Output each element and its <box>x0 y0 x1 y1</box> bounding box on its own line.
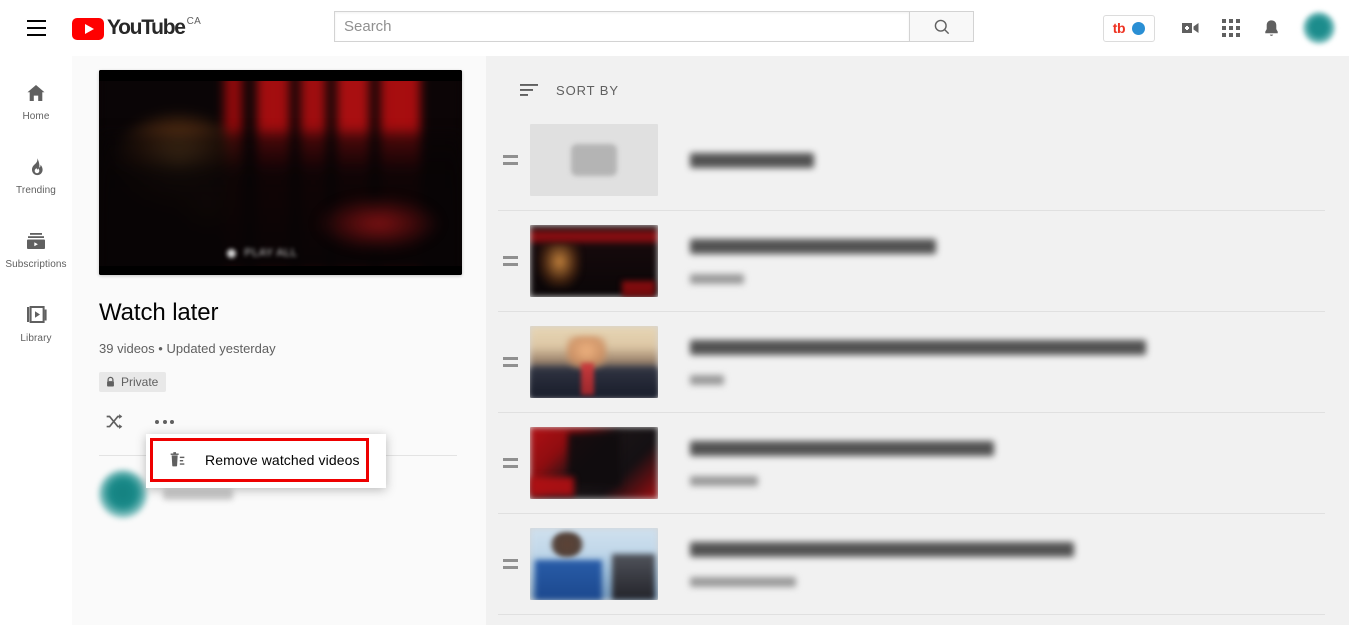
status-badge: Private <box>99 372 167 392</box>
hamburger-bar <box>26 27 46 29</box>
youtube-logo[interactable]: YouTube CA <box>72 16 201 40</box>
video-thumbnail[interactable] <box>530 528 658 600</box>
search-bar <box>334 11 974 42</box>
sort-by-button[interactable]: SORT BY <box>520 82 619 98</box>
table-row[interactable] <box>498 514 1325 615</box>
sidebar-item-label: Subscriptions <box>5 258 67 270</box>
sidebar-item-label: Trending <box>16 184 56 196</box>
video-title <box>690 541 1074 557</box>
sidebar-item-subscriptions[interactable]: Subscriptions <box>0 212 72 286</box>
owner-name <box>163 488 233 500</box>
more-options-icon[interactable] <box>153 412 176 432</box>
video-info <box>690 152 1325 168</box>
video-thumbnail[interactable] <box>530 225 658 297</box>
drag-handle-icon[interactable] <box>498 256 522 266</box>
playlist-updated: Updated yesterday <box>166 341 276 356</box>
video-channel <box>690 576 796 587</box>
meta-separator: • <box>158 341 163 356</box>
country-code-label: CA <box>186 16 202 27</box>
play-all-overlay: PLAY ALL <box>227 247 297 259</box>
video-channel <box>690 374 724 385</box>
video-info <box>690 440 1325 486</box>
drag-handle-icon[interactable] <box>498 357 522 367</box>
video-camera-plus-icon[interactable] <box>1171 8 1211 48</box>
avatar <box>99 470 147 518</box>
bell-glyph <box>1264 19 1278 36</box>
shuffle-icon[interactable] <box>103 411 125 433</box>
table-row[interactable] <box>498 615 1325 625</box>
tubebuddy-icon[interactable]: tb <box>1102 14 1155 42</box>
video-channel <box>690 273 744 284</box>
video-info <box>690 541 1325 587</box>
playlist-meta: 39 videos • Updated yesterday <box>99 340 462 358</box>
play-all-label: PLAY ALL <box>244 247 298 259</box>
hamburger-bar <box>26 34 46 36</box>
video-thumbnail[interactable] <box>530 124 658 196</box>
notification-bell-icon[interactable] <box>1251 8 1291 48</box>
playlist-options-menu: Remove watched videos <box>146 434 386 488</box>
shuffle-glyph <box>106 414 123 429</box>
tubebuddy-label: tb <box>1112 20 1126 36</box>
sidebar-item-trending[interactable]: Trending <box>0 138 72 212</box>
sidebar-item-label: Library <box>20 332 52 344</box>
video-title <box>690 339 1146 355</box>
sort-by-label: SORT BY <box>556 82 619 98</box>
playlist-actions <box>103 411 462 433</box>
left-sidebar: Home Trending Subscriptions Library <box>0 56 72 625</box>
search-icon[interactable] <box>909 11 974 42</box>
table-row[interactable] <box>498 110 1325 211</box>
drag-handle-icon[interactable] <box>498 458 522 468</box>
video-title <box>690 238 936 254</box>
home-icon <box>27 84 45 101</box>
sidebar-item-home[interactable]: Home <box>0 64 72 138</box>
play-all-icon <box>227 248 237 258</box>
grid-glyph <box>1222 19 1240 37</box>
lock-icon <box>107 376 114 387</box>
hamburger-menu-icon[interactable] <box>16 8 56 48</box>
app-header: YouTube CA tb <box>0 0 1349 56</box>
remove-watched-icon <box>170 452 185 467</box>
playlist-thumbnail[interactable]: PLAY ALL <box>99 70 462 275</box>
menu-item-remove-watched-videos[interactable]: Remove watched videos <box>150 438 369 482</box>
header-actions: tb <box>1102 0 1335 56</box>
blue-dot-icon <box>1132 21 1145 35</box>
video-channel <box>690 475 758 486</box>
table-row[interactable] <box>498 211 1325 312</box>
playlist-video-count: 39 videos <box>99 341 155 356</box>
video-thumbnail[interactable] <box>530 326 658 398</box>
playlist-video-list: SORT BY <box>486 56 1349 625</box>
drag-handle-icon[interactable] <box>498 559 522 569</box>
video-title <box>690 152 814 168</box>
menu-item-label: Remove watched videos <box>205 452 360 468</box>
search-glyph <box>934 19 949 34</box>
search-input[interactable] <box>334 11 909 42</box>
page-title: Watch later <box>99 299 219 326</box>
table-row[interactable] <box>498 312 1325 413</box>
trending-flame-icon <box>32 157 43 175</box>
apps-grid-icon[interactable] <box>1211 8 1251 48</box>
video-title <box>690 440 994 456</box>
youtube-play-icon <box>72 18 104 40</box>
privacy-label: Private <box>121 375 159 389</box>
youtube-logo-text: YouTube <box>107 16 186 39</box>
video-info <box>690 339 1325 385</box>
table-row[interactable] <box>498 413 1325 514</box>
subscriptions-icon <box>27 232 45 249</box>
hamburger-bar <box>26 20 46 22</box>
playlist-info-panel: PLAY ALL Watch later 39 videos • Updated… <box>72 56 486 625</box>
camera-glyph <box>1182 23 1199 33</box>
private-video-icon <box>571 144 617 176</box>
video-thumbnail[interactable] <box>530 427 658 499</box>
sidebar-item-label: Home <box>22 110 50 122</box>
drag-handle-icon[interactable] <box>498 155 522 165</box>
library-icon <box>27 305 47 323</box>
sidebar-item-library[interactable]: Library <box>0 286 72 360</box>
user-avatar[interactable] <box>1303 12 1335 44</box>
video-info <box>690 238 1325 284</box>
sort-icon <box>520 84 538 96</box>
